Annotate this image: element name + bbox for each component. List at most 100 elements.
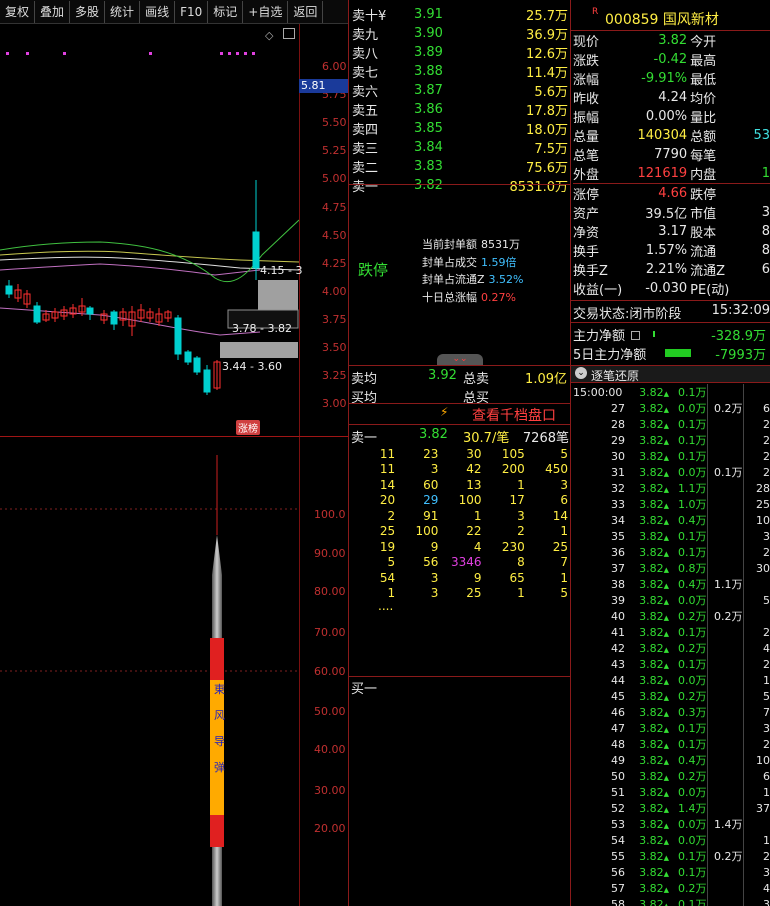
up-arrow-icon: ▲ (663, 437, 669, 446)
tick-count: 1 (742, 672, 770, 688)
divider (571, 322, 770, 323)
vol-tick: 70.00 (314, 626, 346, 639)
tick-header[interactable]: ⌄ 逐笔还原 (571, 365, 770, 383)
deep-cell: 5 (560, 586, 568, 601)
chevron-down-icon[interactable]: ⌄ (575, 367, 587, 379)
deep-cell: 7 (560, 555, 568, 570)
toolbar-button[interactable]: 叠加 (35, 0, 71, 23)
info-icon[interactable] (631, 331, 641, 340)
deep-more[interactable]: .... (378, 599, 393, 613)
toolbar-button[interactable]: 复权 (0, 0, 36, 23)
toolbar-button[interactable]: +自选 (243, 0, 289, 23)
toolbar-button[interactable]: 返回 (288, 0, 324, 23)
sell-level-row[interactable]: 卖七 3.88 11.4万 (350, 62, 570, 81)
tick-volume: 0.0万 (678, 674, 707, 687)
divider (349, 403, 570, 404)
tick-group (706, 736, 743, 752)
candlestick-chart[interactable] (0, 160, 299, 430)
deep-cell: 3 (560, 477, 568, 492)
up-arrow-icon: ▲ (663, 613, 669, 622)
sell-level-price: 3.83 (414, 159, 443, 174)
deep-cell: 23 (423, 446, 439, 461)
tick-volume: 0.0万 (678, 594, 707, 607)
sell-level-label: 卖六 (352, 85, 379, 100)
stat-label: 振幅 (573, 111, 600, 126)
trade-label: 交易状态: (573, 307, 630, 322)
limit-info-value: 8531万 (481, 238, 520, 251)
stat-label: 净资 (573, 226, 600, 241)
sell-level-price: 3.90 (414, 26, 443, 41)
tick-count: 1 (742, 832, 770, 848)
deep-cell: 1 (560, 524, 568, 539)
tick-time: 58 (611, 897, 625, 906)
sell-level-row[interactable]: 卖一 3.82 8531.0万 (350, 176, 570, 195)
deep-row: 54 3 9 65 1 (354, 570, 570, 586)
deep-cell: 3 (430, 586, 439, 601)
tick-group (706, 640, 743, 656)
limit-info-value: 1.59倍 (481, 255, 517, 269)
toolbar-button[interactable]: 画线 (140, 0, 176, 23)
deep-book-link[interactable]: 查看千档盘口 (472, 405, 556, 425)
stat-label: 资产 (573, 207, 600, 222)
deep-cell: 1 (473, 508, 482, 523)
sell-level-row[interactable]: 卖八 3.89 12.6万 (350, 43, 570, 62)
sell-level-price: 3.89 (414, 45, 443, 60)
tick-row: 37 3.82▲ 0.8万 30 (573, 560, 770, 576)
tick-volume: 0.0万 (678, 818, 707, 831)
tick-volume: 0.1万 (678, 898, 707, 906)
tick-volume: 0.1万 (678, 658, 707, 671)
toolbar-button[interactable]: 多股 (70, 0, 106, 23)
up-arrow-icon: ▲ (663, 645, 669, 654)
toolbar-button[interactable]: 标记 (208, 0, 244, 23)
tick-price: 3.82▲ (631, 816, 669, 832)
stat-row: 换手 1.57% 流通 8 (573, 241, 770, 260)
tick-price-value: 3.82 (639, 449, 664, 463)
tick-row: 27 3.82▲ 0.0万 0.2万 6 (573, 400, 770, 416)
window-toggle-icon[interactable] (283, 28, 295, 39)
sell-level-row[interactable]: 卖九 3.90 36.9万 (350, 24, 570, 43)
tick-count: 10 (742, 512, 770, 528)
rank-tag[interactable]: 涨榜 (236, 420, 260, 435)
tick-count (742, 816, 770, 832)
band-label-2: 3.78 - 3.82 (232, 322, 292, 335)
tick-time: 28 (611, 417, 625, 431)
tick-group (706, 496, 743, 512)
toolbar-button[interactable]: 统计 (105, 0, 141, 23)
stat-row: 涨跌 -0.42 最高 (573, 50, 770, 69)
toolbar-button[interactable]: F10 (175, 0, 209, 23)
tick-count: 1 (742, 784, 770, 800)
tick-time: 29 (611, 433, 625, 447)
tick-count: 6 (742, 768, 770, 784)
tick-row: 39 3.82▲ 0.0万 5 (573, 592, 770, 608)
stat-label: 换手Z (573, 264, 608, 279)
limit-info-row: 十日总涨幅 0.27% (422, 289, 570, 307)
deep-cell: 100 (415, 524, 439, 539)
tick-time: 49 (611, 753, 625, 767)
tick-count: 3 (742, 528, 770, 544)
sell-level-volume: 36.9万 (526, 28, 568, 43)
stat-row: 资产 39.5亿 市值 3 (573, 203, 770, 222)
sell-level-row[interactable]: 卖六 3.87 5.6万 (350, 81, 570, 100)
stat-label-2: 市值 (690, 207, 717, 222)
sell-level-row[interactable]: 卖十¥ 3.91 25.7万 (350, 5, 570, 24)
tick-volume: 0.1万 (678, 386, 707, 399)
sell-level-label: 卖九 (352, 28, 379, 43)
stat-label-2: 跌停 (690, 188, 717, 203)
sell-level-row[interactable]: 卖五 3.86 17.8万 (350, 100, 570, 119)
sell-level-row[interactable]: 卖三 3.84 7.5万 (350, 138, 570, 157)
deep-cell: 100 (458, 493, 482, 508)
sell-level-row[interactable]: 卖四 3.85 18.0万 (350, 119, 570, 138)
stat-row: 涨停 4.66 跌停 (573, 183, 770, 203)
stat-label-2: 股本 (690, 226, 717, 241)
tick-group (706, 704, 743, 720)
deep-cell: 105 (501, 446, 525, 461)
diamond-icon[interactable]: ◇ (265, 29, 273, 42)
deep-head: 卖一 3.82 30.7/笔 7268笔 (351, 427, 569, 446)
sell-level-price: 3.86 (414, 102, 443, 117)
stat-row: 收益(一) -0.030 PE(动) (573, 279, 770, 298)
deep-cell: 230 (501, 539, 525, 554)
sell-level-label: 卖四 (352, 123, 379, 138)
deep-cell: 1 (517, 586, 525, 601)
stat-label-2: 每笔 (690, 149, 717, 164)
sell-level-row[interactable]: 卖二 3.83 75.6万 (350, 157, 570, 176)
